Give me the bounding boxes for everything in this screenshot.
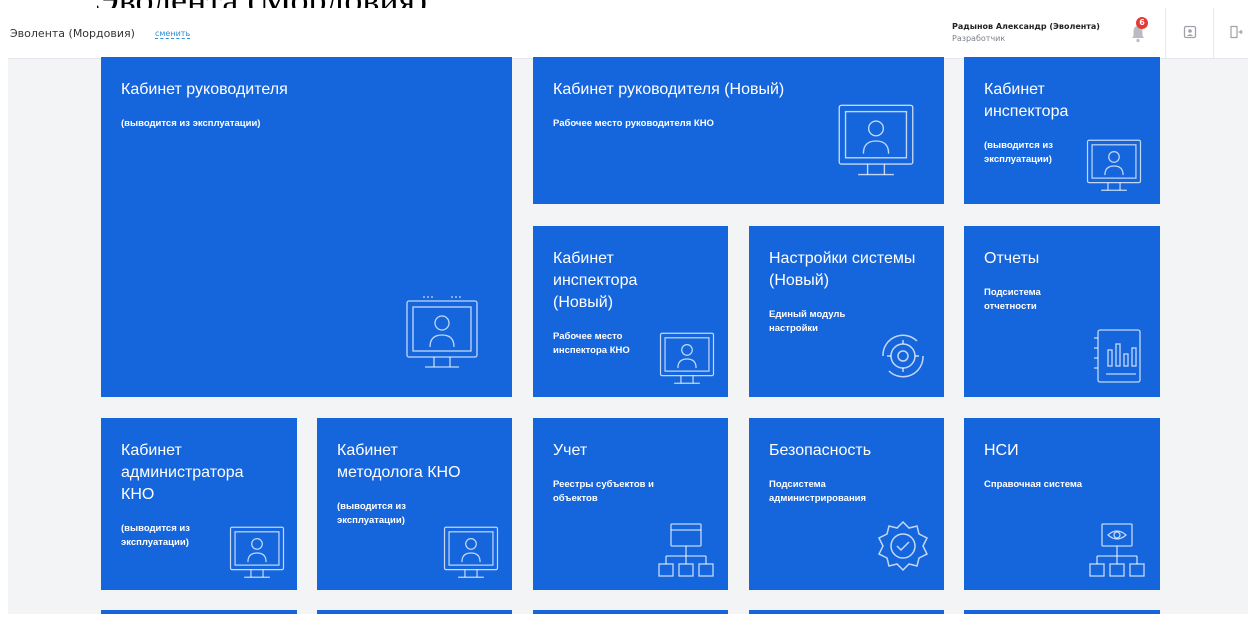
tile-title: Кабинет инспектора <box>984 81 1069 120</box>
monitor-person-icon <box>838 104 914 176</box>
tile-partial[interactable] <box>749 610 944 614</box>
tile-title: Кабинет инспектора (Новый) <box>553 250 638 311</box>
tile-description: Рабочее место инспектора КНО <box>553 331 630 356</box>
tile-head-cabinet-new[interactable]: Кабинет руководителя (Новый) Рабочее мес… <box>533 57 944 204</box>
tile-security[interactable]: Безопасность Подсистема администрировани… <box>749 418 944 590</box>
tile-description: (выводится из эксплуатации) <box>984 140 1053 165</box>
tile-methodologist-cabinet[interactable]: Кабинет методолога КНО (выводится из экс… <box>317 418 512 590</box>
tile-reports[interactable]: Отчеты Подсистема отчетности <box>964 226 1160 397</box>
tile-description: Единый модуль настройки <box>769 309 846 334</box>
tile-system-settings-new[interactable]: Настройки системы (Новый) Единый модуль … <box>749 226 944 397</box>
report-chart-icon <box>1094 329 1141 383</box>
tile-inspector-cabinet-new[interactable]: Кабинет инспектора (Новый) Рабочее место… <box>533 226 728 397</box>
tile-title: Безопасность <box>769 442 872 459</box>
tile-title: Учет <box>553 442 588 459</box>
tile-nsi[interactable]: НСИ Справочная система <box>964 418 1160 590</box>
network-eye-icon <box>1089 523 1145 577</box>
header-divider <box>1213 8 1214 58</box>
tile-title: Кабинет администратора КНО <box>121 442 244 503</box>
tile-description: Реестры субъектов и объектов <box>553 479 654 504</box>
tile-title: Кабинет методолога КНО <box>337 442 461 481</box>
user-role: Разработчик <box>952 34 1006 43</box>
gear-cycle-icon <box>882 334 924 378</box>
organization-name: Эволента (Мордовия) <box>10 27 135 40</box>
monitor-person-icon <box>406 296 478 368</box>
tile-title: Настройки системы (Новый) <box>769 250 916 289</box>
tile-description: (выводится из эксплуатации) <box>121 118 261 129</box>
user-name: Радынов Александр (Эволента) <box>952 22 1100 31</box>
logout-icon[interactable] <box>1229 25 1243 39</box>
user-card-icon[interactable] <box>1183 25 1197 39</box>
tile-description: Справочная система <box>984 479 1083 490</box>
tile-description: Подсистема администрирования <box>769 479 867 504</box>
tile-inspector-cabinet[interactable]: Кабинет инспектора (выводится из эксплуа… <box>964 57 1160 204</box>
tile-title: Отчеты <box>984 250 1040 267</box>
tile-description: (выводится из эксплуатации) <box>337 501 406 526</box>
gear-check-icon <box>877 520 929 572</box>
tile-partial[interactable] <box>101 610 297 614</box>
tile-title: Кабинет руководителя <box>121 81 288 98</box>
tile-description: Подсистема отчетности <box>984 287 1041 312</box>
tile-title: НСИ <box>984 442 1019 459</box>
app-canvas: Эволента (Мордовия) сменить Радынов Алек… <box>8 8 1248 614</box>
monitor-person-icon <box>1086 139 1142 191</box>
tile-accounting[interactable]: Учет Реестры субъектов и объектов <box>533 418 728 590</box>
monitor-person-icon <box>443 526 499 578</box>
tile-head-cabinet[interactable]: Кабинет руководителя (выводится из экспл… <box>101 57 512 397</box>
monitor-person-icon <box>659 332 715 384</box>
change-organization-link[interactable]: сменить <box>155 29 191 39</box>
top-header: Эволента (Мордовия) сменить Радынов Алек… <box>8 8 1248 59</box>
tile-admin-cabinet[interactable]: Кабинет администратора КНО (выводится из… <box>101 418 297 590</box>
network-registry-icon <box>658 523 714 577</box>
header-divider <box>1165 8 1166 58</box>
tile-title: Кабинет руководителя (Новый) <box>553 81 785 98</box>
monitor-person-icon <box>229 526 285 578</box>
tile-description: (выводится из эксплуатации) <box>121 523 190 548</box>
tile-partial[interactable] <box>964 610 1160 614</box>
tile-partial[interactable] <box>533 610 728 614</box>
notification-badge: 6 <box>1136 17 1148 29</box>
tile-partial[interactable] <box>317 610 512 614</box>
